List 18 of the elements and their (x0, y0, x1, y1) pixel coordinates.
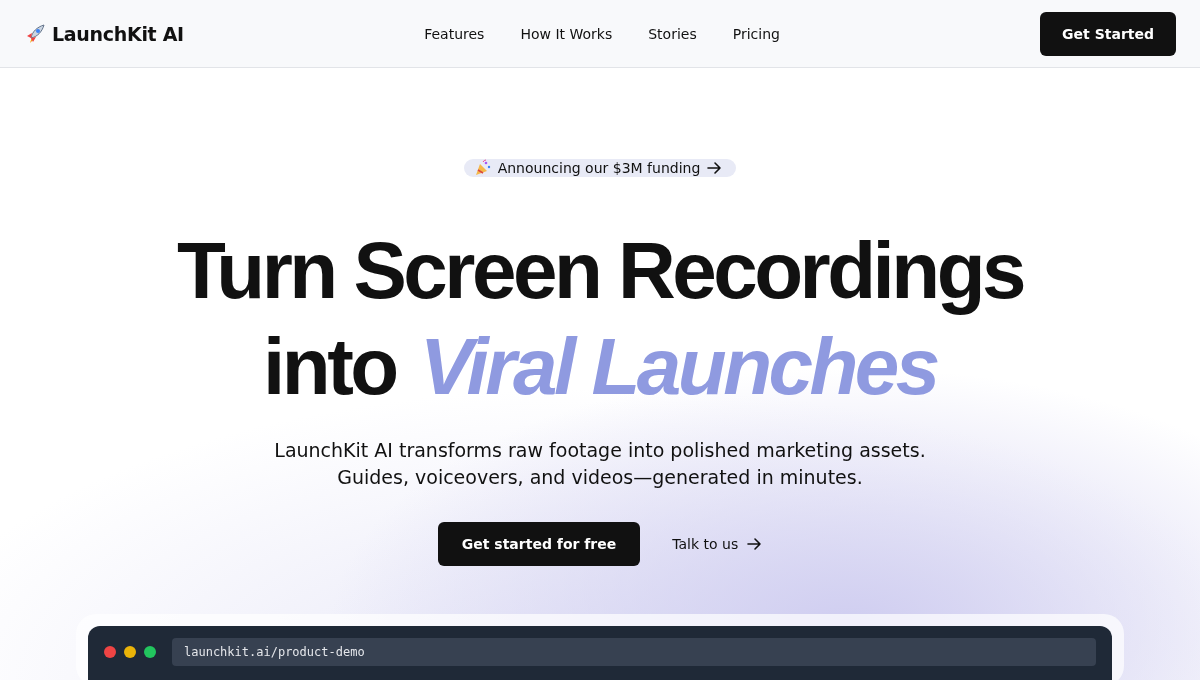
party-popper-icon (473, 159, 492, 177)
nav-link[interactable]: How It Works (520, 25, 613, 42)
talk-to-us-link[interactable]: Talk to us (672, 536, 763, 552)
nav-link[interactable]: Stories (648, 25, 697, 42)
hero-subtitle: Guides, voiceovers, and videos—generated in minutes. (336, 465, 864, 490)
arrow-right-icon (746, 536, 763, 552)
arrow-right-icon (706, 160, 723, 176)
announcement-badge[interactable]: Announcing our $3M funding (463, 159, 737, 177)
hero-heading-accent: Viral Launches (419, 321, 937, 413)
get-started-button[interactable]: Get Started (1040, 11, 1176, 56)
address-bar: launchkit.ai/product-demo (172, 638, 1096, 666)
brand-name: LaunchKit AI (52, 22, 184, 45)
nav-link[interactable]: Pricing (732, 25, 780, 42)
hero-subtitle: LaunchKit AI transforms raw footage into polished marketing assets. (274, 438, 926, 463)
hero-heading-line: Turn Screen Recordings (176, 225, 1024, 317)
nav-link[interactable]: Features (424, 25, 485, 42)
get-started-free-button[interactable]: Get started for free (437, 522, 641, 566)
hero-heading-line: into (263, 321, 396, 413)
